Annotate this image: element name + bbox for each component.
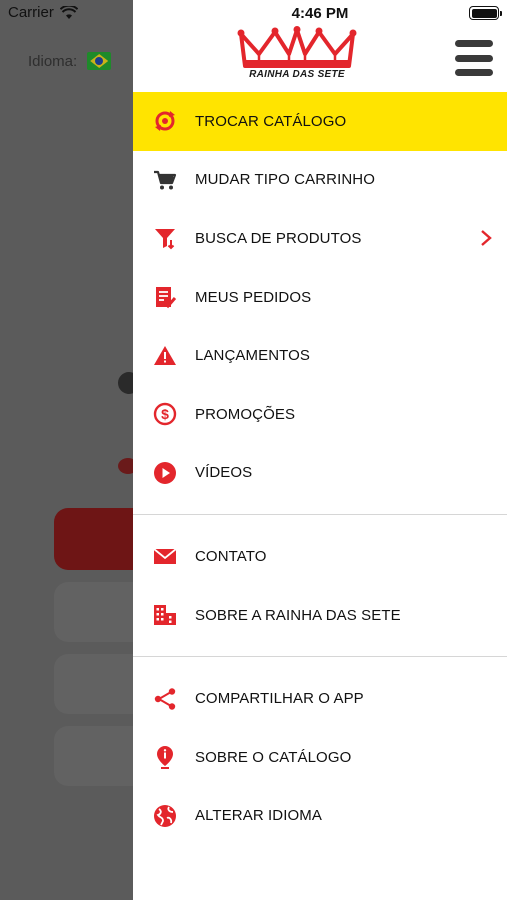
menu-item-label: COMPARTILHAR O APP [195,690,364,708]
menu-item-label: MEUS PEDIDOS [195,288,312,306]
wifi-icon [59,5,78,19]
menu-item-label: PROMOÇÕES [195,405,296,423]
mail-icon [153,544,177,568]
swap-catalog-icon [153,109,177,133]
side-drawer: 4:46 PM RAINHA DAS SETE TROCAR CATÁLOGO … [133,0,507,900]
brand-logo: RAINHA DAS SETE [237,26,357,86]
menu-item-label: SOBRE A RAINHA DAS SETE [195,606,401,624]
menu-item-mudar-tipo-carrinho[interactable]: MUDAR TIPO CARRINHO [133,151,507,210]
language-selector[interactable]: Idioma: [28,52,112,70]
orders-icon [153,285,177,309]
carrier-label: Carrier [8,4,54,21]
battery-icon [469,6,502,20]
menu-item-label: LANÇAMENTOS [195,347,311,365]
filter-icon [153,226,177,250]
menu-item-sobre-a-rainha-das-sete[interactable]: SOBRE A RAINHA DAS SETE [133,586,507,645]
menu-item-sobre-o-catalogo[interactable]: SOBRE O CATÁLOGO [133,728,507,787]
menu-item-promocoes[interactable]: $ PROMOÇÕES [133,385,507,444]
svg-text:$: $ [161,406,169,422]
menu-divider [133,514,507,516]
language-label: Idioma: [28,52,78,70]
menu-item-label: CONTATO [195,547,267,565]
status-bar: 4:46 PM [133,0,507,28]
hamburger-bar [455,54,493,62]
brand-name: RAINHA DAS SETE [249,69,345,80]
dollar-icon: $ [153,402,177,426]
menu-item-label: SOBRE O CATÁLOGO [195,748,352,766]
brazil-flag-icon [87,52,112,70]
menu-item-busca-de-produtos[interactable]: BUSCA DE PRODUTOS [133,209,507,268]
info-pin-icon [153,745,177,770]
menu-item-label: BUSCA DE PRODUTOS [195,229,362,247]
hamburger-bar [455,69,493,76]
menu-item-label: VÍDEOS [195,464,253,482]
menu-item-compartilhar-o-app[interactable]: COMPARTILHAR O APP [133,669,507,728]
menu-item-contato[interactable]: CONTATO [133,527,507,586]
status-left: Carrier [8,4,78,21]
hamburger-bar [455,40,493,47]
menu-item-label: ALTERAR IDIOMA [195,807,322,825]
warning-icon [153,344,177,368]
menu-item-alterar-idioma[interactable]: ALTERAR IDIOMA [133,787,507,846]
menu-toggle-button[interactable] [455,40,493,76]
share-icon [153,687,177,711]
play-icon [153,461,177,485]
menu-divider [133,656,507,658]
crown-icon [237,26,357,68]
chevron-right-icon [481,230,492,247]
menu-item-label: MUDAR TIPO CARRINHO [195,171,375,189]
drawer-menu: TROCAR CATÁLOGO MUDAR TIPO CARRINHO BUSC… [133,92,507,845]
cart-icon [153,168,177,192]
globe-icon [153,804,177,828]
menu-item-videos[interactable]: VÍDEOS [133,444,507,503]
menu-item-lancamentos[interactable]: LANÇAMENTOS [133,326,507,385]
menu-item-label: TROCAR CATÁLOGO [195,112,347,130]
menu-item-trocar-catalogo[interactable]: TROCAR CATÁLOGO [133,92,507,151]
menu-item-meus-pedidos[interactable]: MEUS PEDIDOS [133,268,507,327]
building-icon [153,603,177,627]
status-time: 4:46 PM [291,5,349,22]
